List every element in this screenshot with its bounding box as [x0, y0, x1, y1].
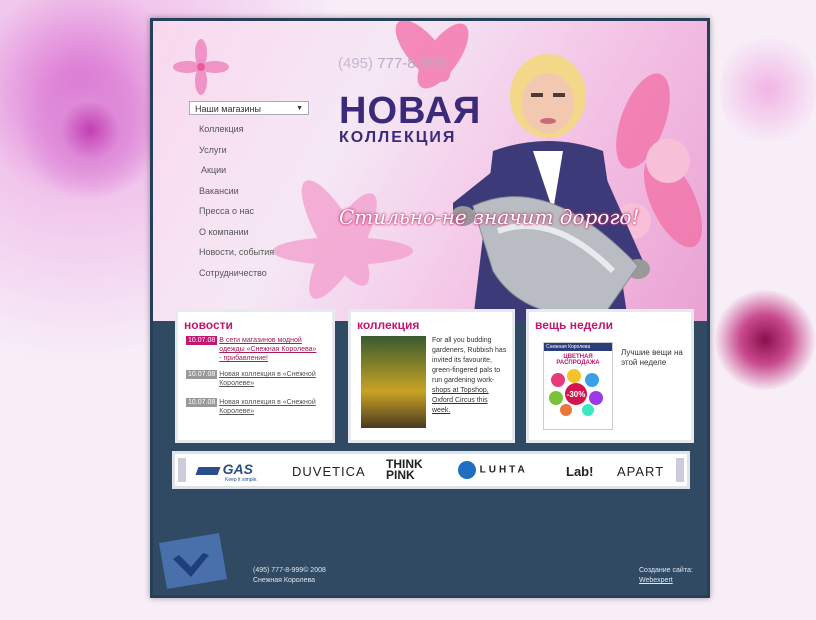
- footer-credits: Создание сайта: Webexpert: [639, 566, 693, 586]
- header-phone: (495) 777-8-999: [338, 55, 446, 72]
- poster-header: Снежная Королева: [544, 343, 612, 351]
- background-flower-left: [20, 60, 160, 200]
- brand-logo-gas[interactable]: GAS Keep it simple.: [195, 461, 258, 483]
- footer: (495) 777-8-999© 2008 Снежная Королева С…: [153, 521, 707, 595]
- news-item: 10.07.08 Новая коллекция в «Снежной Коро…: [186, 398, 331, 416]
- footer-company: Снежная Королева: [253, 577, 316, 584]
- stores-dropdown-value: Наши магазины: [195, 104, 262, 114]
- model-photo: [453, 54, 650, 321]
- collection-logo: НОВАЯ КОЛЛЕКЦИЯ: [339, 90, 482, 147]
- webexpert-link[interactable]: Webexpert: [639, 577, 673, 584]
- menu-item-cooperation[interactable]: Сотрудничество: [199, 268, 274, 289]
- collection-text-plain: For all you budding gardeners, Rubbish h…: [432, 337, 507, 384]
- brands-carousel: GAS Keep it simple. DUVETICA THINK PINK …: [172, 451, 690, 489]
- collection-text: For all you budding gardeners, Rubbish h…: [432, 336, 507, 416]
- menu-item-news[interactable]: Новости, события: [199, 247, 274, 268]
- slogan: Стильно-не значит дорого!: [339, 205, 640, 229]
- brand-logo-apart[interactable]: APART: [617, 464, 664, 479]
- news-item: 10.07.08 В сети магазинов модной одежды …: [186, 336, 331, 363]
- gas-wing-icon: [195, 466, 221, 475]
- news-box: новости 10.07.08 В сети магазинов модной…: [175, 309, 335, 443]
- week-title: вещь недели: [535, 318, 613, 332]
- content-boxes: новости 10.07.08 В сети магазинов модной…: [175, 309, 695, 444]
- chevron-down-icon: ▼: [296, 105, 303, 112]
- footer-phone-copyright: (495) 777-8-999© 2008: [253, 567, 326, 574]
- menu-item-services[interactable]: Услуги: [199, 145, 274, 166]
- phone-prefix: (495): [338, 55, 374, 72]
- brand-gas-tagline: Keep it simple.: [225, 477, 258, 483]
- news-date: 10.07.08: [186, 370, 218, 379]
- brand-gas-name: GAS: [222, 461, 253, 477]
- hero-banner: (495) 777-8-999 Наши магазины ▼ Коллекци…: [153, 21, 707, 321]
- brand-logo-luhta[interactable]: LUHTA: [458, 461, 528, 479]
- logo-line-1: НОВАЯ: [339, 90, 482, 132]
- sale-poster-image[interactable]: Снежная Королева ЦВЕТНАЯ РАСПРОДАЖА -30%: [543, 342, 613, 430]
- background-flower-top-right: [720, 30, 816, 150]
- colorful-clothes-icon: -30%: [549, 369, 603, 416]
- brand-logo-thinkpink[interactable]: THINK PINK: [386, 458, 438, 481]
- menu-item-press[interactable]: Пресса о нас: [199, 206, 274, 227]
- news-link[interactable]: Новая коллекция в «Снежной Королеве»: [219, 370, 319, 388]
- carousel-prev-button[interactable]: [178, 458, 186, 482]
- site-container: (495) 777-8-999 Наши магазины ▼ Коллекци…: [150, 18, 710, 598]
- collection-link[interactable]: shops at Topshop, Oxford Circus this wee…: [432, 387, 489, 414]
- item-of-week-box: вещь недели Снежная Королева ЦВЕТНАЯ РАС…: [526, 309, 694, 443]
- brand-logo-lab[interactable]: Lab!: [566, 464, 593, 479]
- brand-logo-duvetica[interactable]: DUVETICA: [292, 464, 366, 479]
- menu-item-vacancies[interactable]: Вакансии: [199, 186, 274, 207]
- news-title: новости: [184, 318, 233, 332]
- phone-number: 777-8-999: [377, 55, 446, 72]
- menu-item-promotions[interactable]: Акции: [199, 165, 274, 186]
- poster-percent: -30%: [567, 390, 586, 399]
- snow-queen-logo-icon[interactable]: [153, 529, 229, 591]
- poster-sale: ЦВЕТНАЯ РАСПРОДАЖА: [556, 354, 600, 366]
- footer-made-label: Создание сайта:: [639, 567, 693, 574]
- news-link[interactable]: В сети магазинов модной одежды «Снежная …: [219, 336, 319, 363]
- carousel-next-button[interactable]: [676, 458, 684, 482]
- stores-dropdown[interactable]: Наши магазины ▼: [189, 101, 309, 115]
- main-menu: Коллекция Услуги Акции Вакансии Пресса о…: [199, 124, 274, 288]
- news-link[interactable]: Новая коллекция в «Снежной Королеве»: [219, 398, 319, 416]
- news-item: 10.07.08 Новая коллекция в «Снежной Коро…: [186, 370, 331, 388]
- luhta-circle-icon: [458, 461, 476, 479]
- collection-box: коллекция For all you budding gardeners,…: [348, 309, 515, 443]
- week-text: Лучшие вещи на этой неделе: [621, 348, 683, 367]
- news-date: 10.07.08: [186, 398, 218, 407]
- collection-title: коллекция: [357, 318, 420, 332]
- menu-item-about[interactable]: О компании: [199, 227, 274, 248]
- news-date: 10.07.08: [186, 336, 218, 345]
- footer-copyright: (495) 777-8-999© 2008 Снежная Королева: [253, 566, 326, 586]
- background-flower-right: [715, 290, 815, 390]
- magazine-cover-image[interactable]: [361, 336, 426, 428]
- menu-item-collection[interactable]: Коллекция: [199, 124, 274, 145]
- brand-luhta-name: LUHTA: [479, 464, 528, 476]
- lily-flower-icon: [173, 39, 229, 95]
